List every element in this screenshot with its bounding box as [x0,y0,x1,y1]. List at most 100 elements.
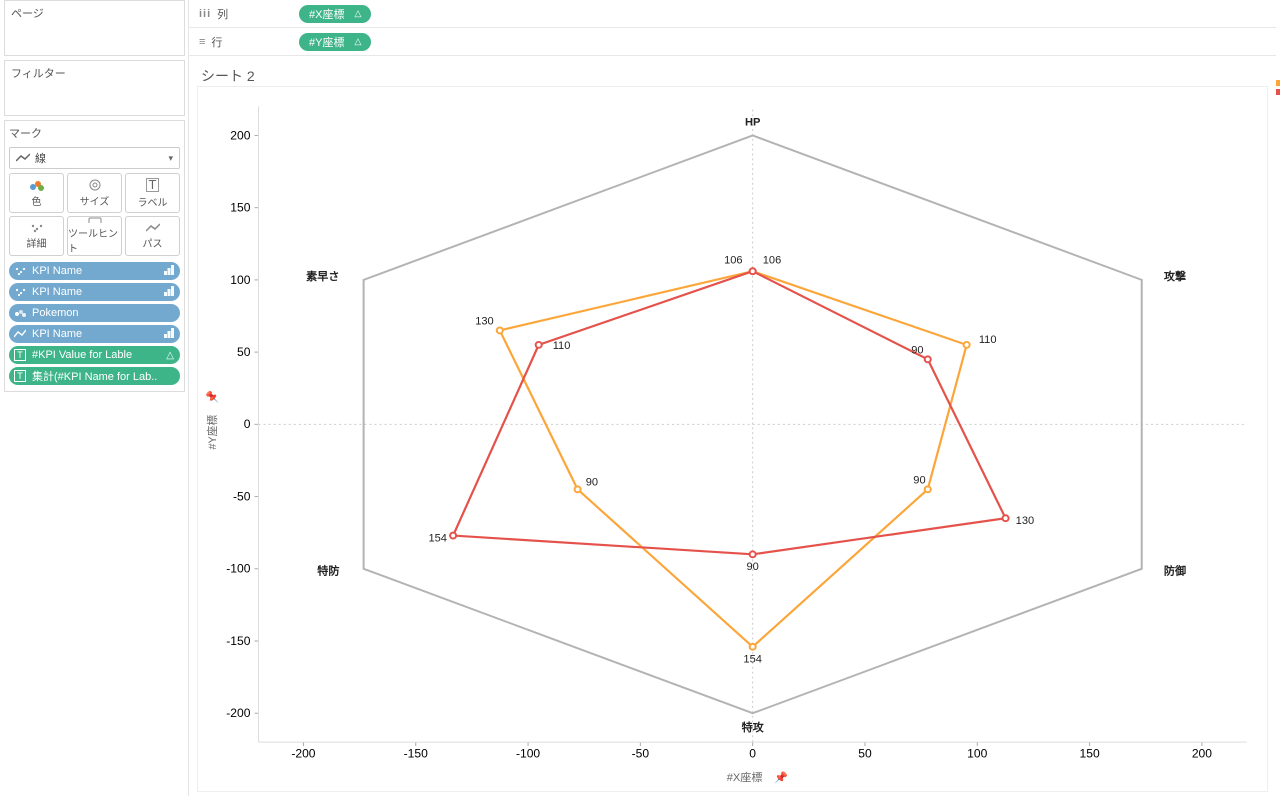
rows-pill[interactable]: #Y座標 △ [299,33,371,51]
mark-color-button[interactable]: 色 [9,173,64,213]
svg-text:-100: -100 [226,562,251,576]
svg-text:110: 110 [979,334,997,346]
columns-label: 列 [217,6,228,22]
pill-right-icon: △ [166,350,174,361]
pill-right-icon [164,286,174,299]
svg-text:106: 106 [724,255,742,267]
legend-strip [1276,0,1280,796]
delta-icon: △ [354,8,361,19]
svg-text:106: 106 [763,255,781,267]
svg-text:-50: -50 [233,490,251,504]
svg-text:0: 0 [749,747,756,761]
mark-type-label: 線 [35,150,46,166]
mark-btn-label: 色 [32,193,42,208]
path-icon [146,223,160,233]
text-icon: T [13,370,27,382]
columns-shelf[interactable]: iii 列 #X座標 △ [189,0,1276,28]
sheet-title: シート 2 [197,62,1268,86]
svg-text:-200: -200 [291,747,316,761]
mark-btn-label: パス [143,235,163,250]
columns-pill[interactable]: #X座標 △ [299,5,371,23]
svg-text:200: 200 [230,129,251,143]
detail-icon [13,287,27,297]
svg-text:素早さ: 素早さ [306,269,339,283]
pill-label: #Y座標 [309,34,344,50]
mark-detail-button[interactable]: 詳細 [9,216,64,256]
size-icon [87,179,103,191]
path-icon [13,329,27,339]
pill-label: KPI Name [32,286,159,298]
marks-card: マーク 線 ▾ 色 サイズ T ラベル [4,120,185,392]
columns-icon: iii [199,8,211,20]
svg-text:90: 90 [586,477,598,489]
svg-text:100: 100 [230,273,251,287]
svg-text:📌: 📌 [205,390,219,404]
color-icon [29,179,45,191]
svg-text:150: 150 [1080,747,1101,761]
pages-title: ページ [11,5,178,21]
chevron-down-icon: ▾ [168,153,173,164]
pill-label: KPI Name [32,265,159,277]
svg-text:0: 0 [244,417,251,431]
mark-pill[interactable]: T#KPI Value for Lable△ [9,346,180,364]
mark-btn-label: サイズ [80,193,110,208]
svg-text:154: 154 [428,533,446,545]
rows-shelf[interactable]: ≡ 行 #Y座標 △ [189,28,1276,56]
rows-label: 行 [211,34,222,50]
pill-label: #X座標 [309,6,344,22]
svg-text:90: 90 [747,561,759,573]
filters-card: フィルター [4,60,185,116]
mark-pill[interactable]: KPI Name [9,262,180,280]
svg-text:130: 130 [1016,515,1034,527]
svg-text:特防: 特防 [317,564,339,578]
color-icon [13,308,27,318]
detail-icon [30,223,44,233]
mark-btn-label: ラベル [138,194,168,209]
line-icon [16,153,30,163]
mark-btn-label: ツールヒント [68,225,121,255]
mark-label-button[interactable]: T ラベル [125,173,180,213]
svg-text:特攻: 特攻 [742,720,764,734]
svg-text:#Y座標: #Y座標 [205,415,219,450]
svg-text:90: 90 [913,475,925,487]
marks-title: マーク [9,125,180,141]
delta-icon: △ [354,36,361,47]
svg-text:攻撃: 攻撃 [1164,269,1186,283]
mark-pill[interactable]: T 集計(#KPI Name for Lab.. [9,367,180,385]
svg-text:-150: -150 [404,747,429,761]
tooltip-icon [88,217,102,223]
mark-type-select[interactable]: 線 ▾ [9,147,180,169]
svg-text:-200: -200 [226,706,251,720]
svg-text:200: 200 [1192,747,1213,761]
pill-label: KPI Name [32,328,159,340]
svg-text:150: 150 [230,201,251,215]
svg-text:110: 110 [553,340,571,352]
chart-area[interactable]: -200 -150 -100 -50 0 50 100 150 200 -200 -150 -100 -… [197,86,1268,792]
pill-label: 集計(#KPI Name for Lab.. [32,368,169,384]
svg-text:#X座標: #X座標 [727,770,763,784]
svg-text:📌: 📌 [774,770,788,784]
legend-color-1 [1276,80,1280,86]
filters-title: フィルター [11,65,178,81]
text-icon: T [13,349,27,361]
svg-text:130: 130 [475,316,493,328]
mark-pill[interactable]: KPI Name [9,325,180,343]
mark-pill[interactable]: Pokemon [9,304,180,322]
mark-size-button[interactable]: サイズ [67,173,122,213]
mark-path-button[interactable]: パス [125,216,180,256]
text-icon: T [146,178,160,192]
mark-pill[interactable]: KPI Name [9,283,180,301]
svg-text:90: 90 [911,345,923,357]
pill-label: Pokemon [32,307,169,319]
legend-color-2 [1276,89,1280,95]
svg-text:154: 154 [743,654,761,666]
svg-text:-100: -100 [516,747,541,761]
rows-icon: ≡ [199,36,205,48]
svg-text:防御: 防御 [1164,564,1186,578]
svg-text:-150: -150 [226,634,251,648]
mark-tooltip-button[interactable]: ツールヒント [67,216,122,256]
svg-text:-50: -50 [632,747,650,761]
svg-text:50: 50 [858,747,872,761]
svg-text:50: 50 [237,345,251,359]
svg-text:100: 100 [967,747,988,761]
